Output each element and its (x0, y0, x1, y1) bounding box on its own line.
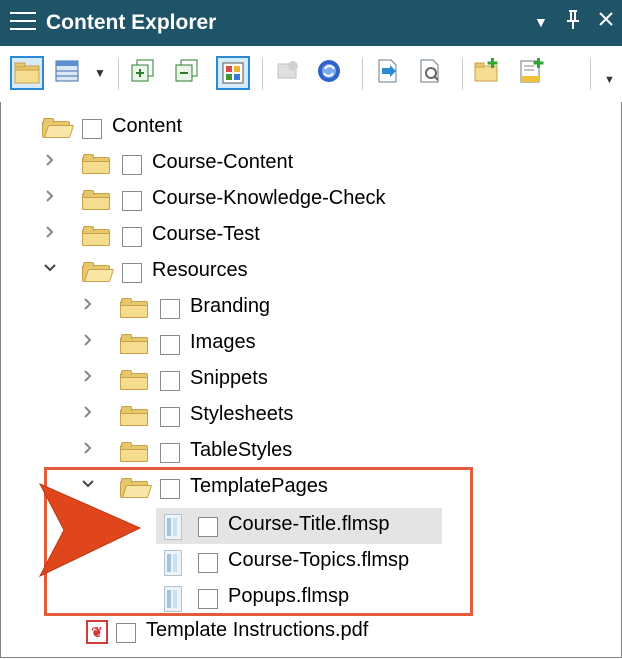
chevron-right-icon[interactable] (80, 332, 96, 348)
chevron-right-icon[interactable] (42, 188, 58, 204)
chevron-right-icon[interactable] (42, 224, 58, 240)
properties-icon (420, 59, 439, 83)
tree-item-checkbox[interactable] (82, 119, 102, 139)
tree-item-checkbox[interactable] (122, 191, 142, 211)
close-icon[interactable] (598, 10, 614, 33)
pin-icon[interactable] (566, 8, 580, 36)
tree-item-checkbox[interactable] (160, 299, 180, 319)
tree-item[interactable]: Branding (0, 290, 600, 326)
view-dropdown-caret-icon[interactable]: ▼ (94, 66, 106, 80)
folder-icon (120, 442, 148, 462)
folder-icon (120, 370, 148, 390)
tree-item[interactable]: Resources (0, 254, 600, 290)
chevron-right-icon[interactable] (80, 440, 96, 456)
open-folder-icon (82, 262, 115, 282)
tree-item[interactable]: Stylesheets (0, 398, 600, 434)
tree-item-label: Template Instructions.pdf (146, 619, 369, 641)
tree-item[interactable]: TableStyles (0, 434, 600, 470)
panel-title: Content Explorer (46, 11, 217, 34)
tree-item-label: Images (190, 331, 256, 353)
tree-item-label: TableStyles (190, 439, 293, 461)
bind-icon (277, 61, 298, 79)
chevron-right-icon[interactable] (80, 368, 96, 384)
tree-item-checkbox[interactable] (122, 227, 142, 247)
toolbar-overflow-icon[interactable]: ▼ (604, 74, 615, 86)
hamburger-icon[interactable] (10, 12, 36, 34)
expand-all-button[interactable] (128, 56, 162, 90)
refresh-button[interactable] (314, 56, 348, 90)
folder-icon (82, 226, 110, 246)
view-options-button[interactable] (52, 56, 86, 90)
tree-item[interactable]: Snippets (0, 362, 600, 398)
document-arrow-icon (378, 59, 397, 83)
folder-icon (120, 406, 148, 426)
folder-icon (82, 154, 110, 174)
show-folders-button[interactable] (10, 56, 44, 90)
tree-item[interactable]: ❦ Template Instructions.pdf (0, 614, 600, 650)
new-folder-icon (474, 58, 498, 82)
chevron-right-icon[interactable] (80, 296, 96, 312)
folder-icon (120, 298, 148, 318)
tree-item-label: Resources (152, 259, 248, 281)
tree-item[interactable]: Course-Test (0, 218, 600, 254)
bind-button[interactable] (272, 56, 306, 90)
tree-item[interactable]: Content (0, 110, 600, 146)
show-files-button[interactable] (216, 56, 250, 90)
tree-item-label: Stylesheets (190, 403, 294, 425)
tree-item-checkbox[interactable] (160, 371, 180, 391)
new-item-button[interactable] (516, 56, 550, 90)
tree-item[interactable]: Course-Knowledge-Check (0, 182, 600, 218)
tree-item-checkbox[interactable] (122, 263, 142, 283)
open-file-button[interactable] (372, 56, 406, 90)
tree-item[interactable]: Images (0, 326, 600, 362)
tree-item-label: Course-Test (152, 223, 260, 245)
tree-item-checkbox[interactable] (160, 407, 180, 427)
folder-icon (120, 334, 148, 354)
tree-item-checkbox[interactable] (160, 335, 180, 355)
tree-item-label: Branding (190, 295, 271, 317)
tree-item-checkbox[interactable] (116, 623, 136, 643)
tree-item-checkbox[interactable] (160, 443, 180, 463)
tree-item-checkbox[interactable] (122, 155, 142, 175)
new-item-icon (520, 58, 544, 83)
properties-button[interactable] (414, 56, 448, 90)
chevron-down-icon[interactable] (42, 260, 58, 276)
toolbar: ▼ ▼ (0, 46, 622, 102)
tree-item[interactable]: Course-Content (0, 146, 600, 182)
expand-icon (131, 59, 154, 82)
chevron-right-icon[interactable] (80, 404, 96, 420)
folder-icon (14, 62, 40, 84)
callout-arrow-icon (38, 482, 142, 578)
pdf-icon: ❦ (86, 620, 108, 644)
refresh-icon (318, 60, 340, 82)
tree-item-label: Course-Content (152, 151, 294, 173)
collapse-all-button[interactable] (172, 56, 206, 90)
tree-item-label: Course-Knowledge-Check (152, 187, 386, 209)
collapse-icon (175, 59, 198, 82)
chevron-right-icon[interactable] (42, 152, 58, 168)
panel-titlebar: Content Explorer ▼ (0, 0, 622, 46)
folder-icon (82, 190, 110, 210)
grid-icon (55, 60, 79, 82)
tree-item-label: Snippets (190, 367, 268, 389)
caret-down-icon[interactable]: ▼ (534, 14, 548, 30)
tree-item-label: Content (112, 115, 183, 137)
open-folder-icon (42, 118, 75, 138)
new-folder-button[interactable] (472, 56, 506, 90)
tiles-icon (222, 62, 244, 84)
